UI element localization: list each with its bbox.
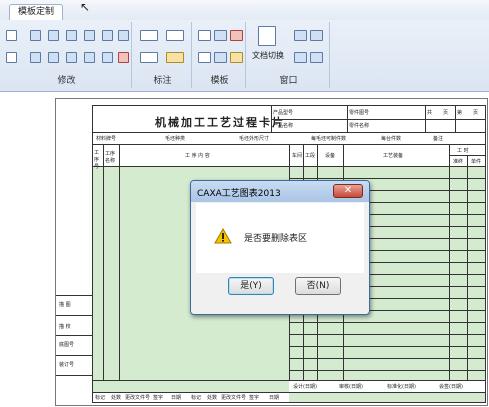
header-page2: 页 — [473, 110, 479, 116]
document-switch-icon[interactable] — [258, 26, 276, 46]
scale-icon[interactable] — [102, 52, 113, 63]
left-label-binding-no: 装订号 — [59, 362, 75, 368]
ribbon: 模板定制 ↖ 修改 标注 模板 文档切换 窗口 — [0, 0, 489, 92]
table-delete-icon[interactable] — [230, 30, 243, 41]
datum-icon[interactable] — [140, 52, 158, 63]
ribbon-group-template: 模板 — [194, 22, 246, 88]
header-product-model: 产品型号 — [273, 110, 294, 116]
col-prep-time: 准终 — [453, 159, 464, 165]
trim-icon[interactable] — [30, 52, 41, 63]
bottom-sign-2: 签字 — [249, 395, 260, 401]
mouse-cursor-icon: ↖ — [80, 0, 91, 14]
col-work-hours: 工 时 — [457, 148, 469, 154]
dialog-title-bar[interactable]: CAXA工艺图表2013 ✕ — [191, 181, 369, 202]
close-button[interactable]: ✕ — [333, 184, 363, 198]
break-icon[interactable] — [84, 52, 95, 63]
bottom-sign-1: 签字 — [153, 395, 164, 401]
array-icon[interactable] — [102, 30, 113, 41]
col-op-content: 工 序 内 容 — [185, 153, 210, 159]
tile-vertical-icon[interactable] — [294, 52, 307, 63]
row2-blank-type: 毛坯种类 — [165, 136, 186, 142]
no-button[interactable]: 否(N) — [295, 277, 341, 295]
row2-remark: 备注 — [433, 136, 444, 142]
header-page: 页 — [443, 110, 449, 116]
ribbon-group-window: 文档切换 窗口 — [248, 22, 330, 88]
header-total: 共 — [427, 110, 433, 116]
ribbon-group-modify: 修改 — [2, 22, 132, 88]
stamp-icon[interactable] — [118, 30, 129, 41]
yes-button[interactable]: 是(Y) — [228, 277, 274, 295]
arrange-icon[interactable] — [310, 52, 323, 63]
header-seq: 第 — [457, 110, 463, 116]
offset-icon[interactable] — [66, 52, 77, 63]
group-label-template: 模板 — [210, 76, 229, 86]
bottom-date-1: 日期 — [171, 395, 182, 401]
left-label-check: 描 校 — [59, 324, 71, 330]
extend-icon[interactable] — [48, 52, 59, 63]
group-label-modify: 修改 — [57, 76, 76, 86]
group-label-window: 窗口 — [279, 76, 298, 86]
copy-icon[interactable] — [48, 30, 59, 41]
header-part-name: 零件名称 — [349, 123, 370, 129]
ribbon-group-annotate: 标注 — [134, 22, 192, 88]
group-label-annotate: 标注 — [153, 76, 172, 86]
text-icon[interactable] — [166, 30, 184, 41]
grid-icon[interactable] — [198, 52, 211, 63]
confirm-dialog: CAXA工艺图表2013 ✕ 是否要删除表区 是(Y) 否(N) — [190, 180, 370, 315]
col-tooling: 工艺装备 — [383, 153, 404, 159]
bottom-mark-2: 标记 — [191, 395, 202, 401]
ribbon-tab-bar: 模板定制 — [0, 0, 489, 20]
bottom-date-2: 日期 — [269, 395, 280, 401]
row2-blank-size: 毛坯外形尺寸 — [239, 136, 270, 142]
cascade-window-icon[interactable] — [294, 30, 307, 41]
warning-icon — [214, 228, 232, 244]
sign-standard: 标准化(日期) — [387, 384, 416, 390]
table-fill-icon[interactable] — [230, 52, 243, 63]
header-product-name: 产品名称 — [273, 123, 294, 129]
edit-annotation-icon[interactable] — [166, 52, 184, 63]
rotate-icon[interactable] — [84, 30, 95, 41]
col-workshop: 车间 — [292, 153, 303, 159]
tab-template-custom[interactable]: 模板定制 — [9, 4, 64, 20]
sign-design: 设计(日期) — [293, 384, 317, 390]
rectangle-icon[interactable] — [6, 52, 17, 63]
dialog-message: 是否要删除表区 — [244, 234, 308, 244]
pen-icon[interactable] — [6, 30, 17, 41]
tile-horizontal-icon[interactable] — [310, 30, 323, 41]
header-part-no: 零件图号 — [349, 110, 370, 116]
left-label-base-no: 底图号 — [59, 342, 75, 348]
col-unit-time: 单件 — [471, 159, 482, 165]
bottom-change-doc-2: 更改文件号 — [221, 395, 247, 401]
row2-per-unit: 每台件数 — [381, 136, 402, 142]
mirror-icon[interactable] — [66, 30, 77, 41]
dialog-title: CAXA工艺图表2013 — [197, 189, 281, 199]
sign-review: 审核(日期) — [339, 384, 363, 390]
table-icon[interactable] — [198, 30, 211, 41]
bottom-mark-1: 标记 — [95, 395, 106, 401]
sign-countersign: 会签(日期) — [439, 384, 463, 390]
col-op-no: 工序号 — [94, 150, 100, 170]
dialog-body: 是否要删除表区 — [196, 203, 364, 273]
delete-icon[interactable] — [118, 52, 129, 63]
bottom-count-1: 处数 — [111, 395, 122, 401]
table-define-icon[interactable] — [214, 30, 227, 41]
col-op-name: 工序名称 — [105, 151, 116, 164]
table-query-icon[interactable] — [214, 52, 227, 63]
move-icon[interactable] — [30, 30, 41, 41]
form-title: 机械加工工艺过程卡片 — [155, 116, 285, 129]
left-label-trace: 描 图 — [59, 302, 71, 308]
row2-material: 材料牌号 — [96, 136, 117, 142]
col-equipment: 设备 — [325, 153, 336, 159]
dimension-icon[interactable] — [140, 30, 158, 41]
col-section: 工段 — [305, 153, 316, 159]
bottom-count-2: 处数 — [207, 395, 218, 401]
bottom-change-doc-1: 更改文件号 — [125, 395, 151, 401]
doc-switch-label[interactable]: 文档切换 — [252, 50, 284, 61]
row2-pieces: 每毛坯可制件数 — [311, 136, 347, 142]
